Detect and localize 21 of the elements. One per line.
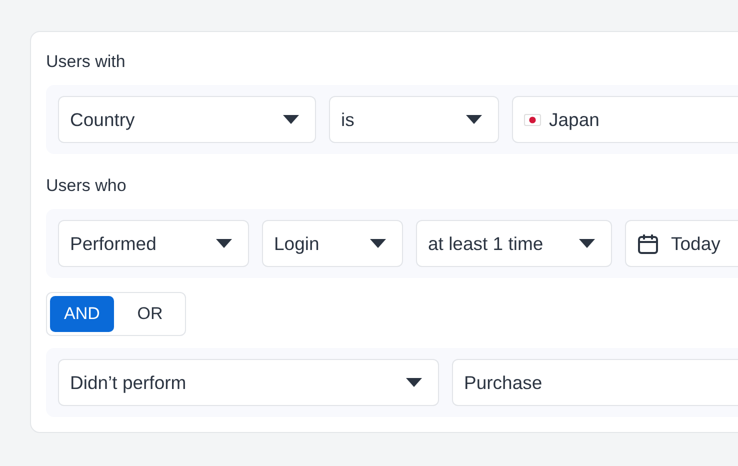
calendar-icon [637, 232, 659, 254]
caret-icon [579, 239, 595, 248]
dropdown[interactable]: Didn’t perform [58, 359, 439, 406]
country-field[interactable]: Japan [512, 96, 738, 143]
caret-icon [216, 239, 232, 248]
operator-option[interactable]: AND [50, 296, 114, 332]
date-field[interactable]: Today [625, 220, 738, 267]
section-heading: Users with [46, 52, 126, 73]
caret-icon [283, 115, 299, 124]
dropdown[interactable]: Login [262, 220, 403, 267]
caret-icon [406, 378, 422, 387]
caret-icon [466, 115, 482, 124]
dropdown[interactable]: is [329, 96, 499, 143]
caret-icon [370, 239, 386, 248]
operator-option[interactable]: OR [118, 296, 182, 332]
dropdown[interactable]: at least 1 time [416, 220, 612, 267]
section-heading: Users who [46, 176, 128, 197]
dropdown[interactable]: Performed [58, 220, 249, 267]
input-field[interactable]: Purchase [452, 359, 738, 406]
dropdown[interactable]: Country [58, 96, 316, 143]
flag-icon [524, 114, 541, 126]
